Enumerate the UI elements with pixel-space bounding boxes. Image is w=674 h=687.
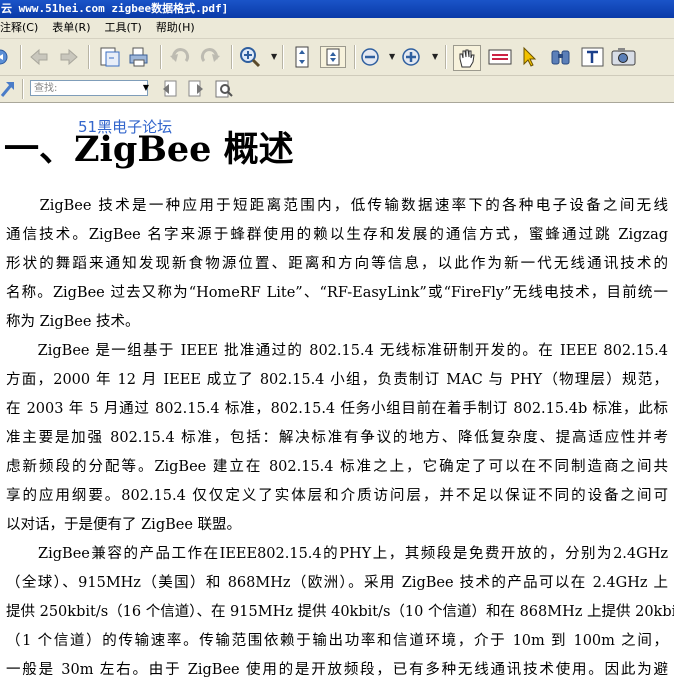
zoom-dropdown-arrow-icon[interactable]: ▼: [271, 52, 277, 61]
search-next-icon[interactable]: [186, 79, 206, 99]
body-line: 准主要是加强 802.15.4 标准，包括：解决标准有争议的地方、降低复杂度、提…: [6, 430, 668, 446]
body-line: 提供 250kbit/s（16 个信道）、在 915MHz 提供 40kbit/…: [6, 604, 674, 620]
body-line: 在 2003 年 5 月通过 802.15.4 标准，802.15.4 任务小组…: [6, 401, 668, 417]
zoom-in-circle-icon[interactable]: [401, 47, 423, 67]
menu-help[interactable]: 帮助(H): [156, 18, 195, 38]
search-toolbar: 查找: ▼: [0, 76, 674, 103]
zoom-in-dropdown-arrow-icon[interactable]: ▼: [432, 52, 438, 61]
print-icon[interactable]: [128, 46, 152, 68]
back-icon[interactable]: [28, 47, 50, 67]
undo-icon[interactable]: [168, 47, 192, 67]
prev-page-icon[interactable]: [0, 47, 10, 67]
body-line: 称为 ZigBee 技术。: [6, 314, 140, 330]
body-line: 名称。ZigBee 过去又称为“HomeRF Lite”、“RF-EasyLin…: [6, 285, 668, 301]
body-line: 虑新频段的分配等。ZigBee 建立在 802.15.4 标准之上，它确定了可以…: [6, 459, 668, 475]
body-line: （1 个信道）的传输速率。传输范围依赖于输出功率和信道环境，介于 10m 到 1…: [6, 633, 668, 649]
search-dropdown-arrow-icon[interactable]: ▼: [141, 80, 151, 96]
zoom-out-dropdown-arrow-icon[interactable]: ▼: [389, 52, 395, 61]
menu-comments[interactable]: 注释(C): [0, 18, 38, 38]
forward-icon[interactable]: [58, 47, 80, 67]
save-copy-icon[interactable]: [98, 46, 122, 68]
body-line: ZigBee 是一组基于 IEEE 批准通过的 802.15.4 无线标准研制开…: [6, 343, 668, 359]
body-line: 一般是 30m 左右。由于 ZigBee 使用的是开放频段，已有多种无线通讯技术…: [6, 662, 668, 678]
document-page: 51黑电子论坛 一、ZigBee 概述 ZigBee 技术是一种应用于短距离范围…: [0, 103, 674, 687]
typewriter-icon[interactable]: [487, 46, 513, 68]
window-title: 云 www.51hei.com zigbee数据格式.pdf]: [1, 2, 229, 15]
menu-forms[interactable]: 表单(R): [52, 18, 90, 38]
menu-tools[interactable]: 工具(T): [105, 18, 142, 38]
body-line: 方面，2000 年 12 月 IEEE 成立了 802.15.4 小组，负责制订…: [6, 372, 668, 388]
select-arrow-icon[interactable]: [519, 46, 543, 68]
body-line: 享的应用纲要。802.15.4 仅仅定义了实体层和介质访问层，并不足以保证不同的…: [6, 488, 668, 504]
redo-icon[interactable]: [198, 47, 222, 67]
arrow-pointer-icon[interactable]: [0, 80, 16, 98]
fit-page-icon[interactable]: [290, 46, 314, 68]
body-line: ZigBee 技术是一种应用于短距离范围内，低传输数据速率下的各种电子设备之间无…: [6, 198, 668, 214]
search-find-icon[interactable]: [213, 79, 235, 99]
main-toolbar: ▼ ▼ ▼: [0, 39, 674, 76]
find-binoculars-icon[interactable]: [549, 46, 573, 68]
actual-size-icon[interactable]: [320, 46, 346, 68]
body-line: 以对话，于是便有了 ZigBee 联盟。: [6, 517, 242, 533]
menu-bar: 注释(C) 表单(R) 工具(T) 帮助(H): [0, 18, 674, 39]
body-line: 形状的舞蹈来通知发现新食物源位置、距离和方向等信息，以此作为新一代无线通讯技术的: [6, 256, 668, 272]
page-heading: 一、ZigBee 概述: [4, 129, 294, 170]
snapshot-camera-icon[interactable]: [610, 46, 638, 68]
zoom-out-circle-icon[interactable]: [360, 47, 382, 67]
search-prev-icon[interactable]: [160, 79, 180, 99]
zoom-in-icon[interactable]: [238, 46, 262, 68]
body-line: 通信技术。ZigBee 名字来源于蜂群使用的赖以生存和发展的通信方式，蜜蜂通过跳…: [6, 227, 668, 243]
search-input[interactable]: 查找:: [30, 80, 148, 96]
window-title-bar: 云 www.51hei.com zigbee数据格式.pdf]: [0, 0, 674, 18]
hand-tool-icon[interactable]: [453, 45, 481, 71]
text-select-icon[interactable]: [580, 46, 606, 68]
body-line: （全球）、915MHz（美国）和 868MHz（欧洲）。采用 ZigBee 技术…: [6, 575, 668, 591]
body-line: ZigBee兼容的产品工作在IEEE802.15.4的PHY上，其频段是免费开放…: [6, 546, 668, 562]
